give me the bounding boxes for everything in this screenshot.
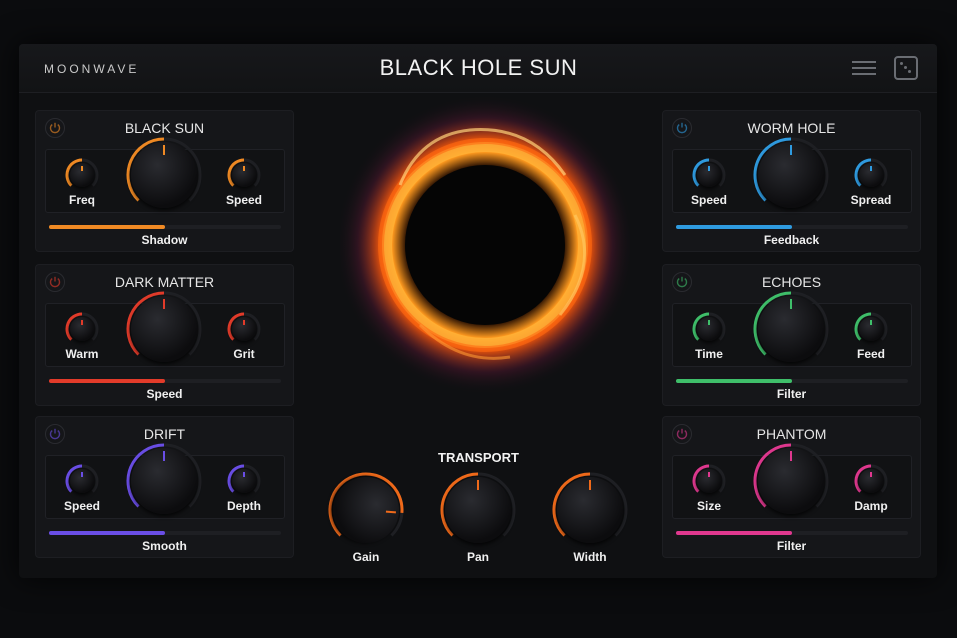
transport-knob-pan[interactable] (440, 472, 516, 548)
slider-fill (676, 225, 792, 229)
module-slider[interactable] (676, 225, 908, 229)
dice-icon[interactable] (894, 56, 918, 80)
module-title: DRIFT (143, 426, 186, 442)
knob-warm[interactable] (65, 312, 99, 346)
knob-feed[interactable] (854, 312, 888, 346)
module-slider[interactable] (676, 379, 908, 383)
knob-label: Feed (856, 347, 885, 361)
black-hole-artwork (340, 95, 630, 395)
transport-knob-width[interactable] (552, 472, 628, 548)
module-phantom: PHANTOM Size Damp Filter (662, 416, 921, 558)
transport-title: TRANSPORT (438, 450, 519, 465)
main-knob[interactable] (753, 291, 829, 367)
module-worm-hole: WORM HOLE Speed Spread Feedback (662, 110, 921, 252)
knob-spread[interactable] (854, 158, 888, 192)
knob-speed[interactable] (65, 464, 99, 498)
knob-label: Time (695, 347, 723, 361)
module-dark-matter: DARK MATTER Warm Grit Speed (35, 264, 294, 406)
brand-logo: MOONWAVE (44, 62, 140, 76)
knob-damp[interactable] (854, 464, 888, 498)
slider-fill (49, 531, 165, 535)
slider-label: Filter (776, 539, 807, 553)
main-knob[interactable] (753, 137, 829, 213)
slider-label: Smooth (142, 539, 187, 553)
knob-speed[interactable] (692, 158, 726, 192)
knob-label: Grit (233, 347, 255, 361)
module-slider[interactable] (49, 225, 281, 229)
knob-grit[interactable] (227, 312, 261, 346)
main-knob[interactable] (753, 443, 829, 519)
slider-fill (49, 225, 165, 229)
knob-label: Speed (690, 193, 727, 207)
knob-size[interactable] (692, 464, 726, 498)
preset-title[interactable]: BLACK HOLE SUN (300, 55, 657, 81)
main-knob[interactable] (126, 443, 202, 519)
transport-knob-label: Gain (352, 550, 380, 564)
knob-depth[interactable] (227, 464, 261, 498)
knob-label: Spread (850, 193, 892, 207)
knob-speed[interactable] (227, 158, 261, 192)
module-slider[interactable] (49, 531, 281, 535)
module-title: WORM HOLE (747, 120, 836, 136)
module-drift: DRIFT Speed Depth Smooth (35, 416, 294, 558)
knob-label: Speed (63, 499, 100, 513)
slider-fill (676, 531, 792, 535)
knob-time[interactable] (692, 312, 726, 346)
module-title: ECHOES (761, 274, 822, 290)
knob-label: Speed (225, 193, 262, 207)
knob-label: Depth (227, 499, 261, 513)
module-title: DARK MATTER (114, 274, 215, 290)
transport-knob-gain[interactable] (328, 472, 404, 548)
knob-label: Damp (854, 499, 888, 513)
slider-label: Shadow (141, 233, 188, 247)
module-echoes: ECHOES Time Feed Filter (662, 264, 921, 406)
transport-knob-label: Width (573, 550, 607, 564)
slider-label: Filter (776, 387, 807, 401)
slider-label: Feedback (763, 233, 820, 247)
module-title: PHANTOM (756, 426, 827, 442)
knob-label: Freq (68, 193, 95, 207)
module-black-sun: BLACK SUN Freq Speed Shadow (35, 110, 294, 252)
module-title: BLACK SUN (124, 120, 205, 136)
knob-freq[interactable] (65, 158, 99, 192)
transport-knob-label: Pan (466, 550, 489, 564)
slider-fill (49, 379, 165, 383)
main-knob[interactable] (126, 291, 202, 367)
slider-label: Speed (146, 387, 183, 401)
module-slider[interactable] (676, 531, 908, 535)
slider-fill (676, 379, 792, 383)
knob-label: Size (696, 499, 721, 513)
module-slider[interactable] (49, 379, 281, 383)
menu-icon[interactable] (852, 58, 876, 78)
main-knob[interactable] (126, 137, 202, 213)
knob-label: Warm (65, 347, 99, 361)
